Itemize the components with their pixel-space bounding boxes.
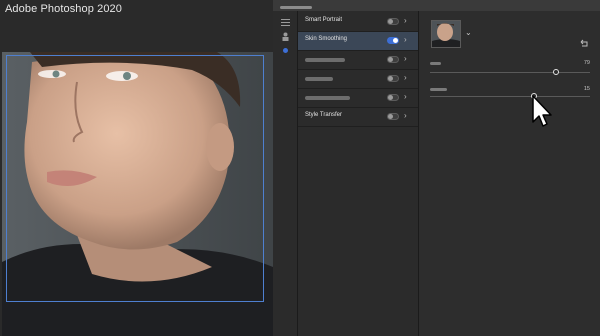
mouse-pointer-icon — [532, 95, 552, 127]
chevron-right-icon[interactable]: › — [404, 54, 407, 63]
preset-thumbnail[interactable] — [431, 20, 461, 48]
active-indicator-icon — [283, 48, 288, 53]
filter-row-placeholder[interactable]: › — [298, 51, 418, 70]
panel-drag-handle[interactable] — [280, 6, 312, 9]
slider-value: 79 — [583, 60, 590, 66]
filter-row-placeholder[interactable]: › — [298, 89, 418, 108]
filter-label: Style Transfer — [305, 112, 343, 118]
filter-label-placeholder — [305, 58, 345, 62]
filter-toggle[interactable] — [387, 94, 399, 101]
slider-label-placeholder — [430, 62, 441, 65]
reset-icon[interactable] — [580, 39, 589, 47]
filter-label: Skin Smoothing — [305, 36, 348, 42]
filter-row-smart-portrait[interactable]: Smart Portrait › — [298, 13, 418, 32]
selection-bounds[interactable] — [6, 55, 264, 302]
filter-toggle[interactable] — [387, 75, 399, 82]
chevron-down-icon[interactable]: ⌄ — [465, 28, 472, 37]
filter-label-placeholder — [305, 77, 333, 81]
slider-value: 15 — [583, 86, 590, 92]
filter-row-skin-smoothing[interactable]: Skin Smoothing › — [298, 32, 418, 51]
filter-label: Smart Portrait — [305, 17, 343, 23]
slider-track[interactable] — [430, 72, 590, 73]
chevron-right-icon[interactable]: › — [404, 92, 407, 101]
slider-label-placeholder — [430, 88, 447, 91]
canvas-area: Adobe Photoshop 2020 — [0, 0, 273, 336]
person-icon[interactable] — [281, 32, 290, 41]
neural-filters-list: Smart Portrait › Skin Smoothing › › › › … — [298, 11, 419, 336]
sliders-icon[interactable] — [281, 18, 290, 27]
app-title: Adobe Photoshop 2020 — [5, 3, 122, 15]
filter-row-style-transfer[interactable]: Style Transfer › — [298, 108, 418, 127]
thumbnail-image — [432, 21, 460, 47]
panel-header-strip — [273, 0, 600, 11]
chevron-right-icon[interactable]: › — [404, 16, 407, 25]
filter-toggle[interactable] — [387, 113, 399, 120]
filter-row-placeholder[interactable]: › — [298, 70, 418, 89]
filter-toggle[interactable] — [387, 18, 399, 25]
filter-toggle[interactable] — [387, 56, 399, 63]
chevron-right-icon[interactable]: › — [404, 111, 407, 120]
chevron-right-icon[interactable]: › — [404, 35, 407, 44]
chevron-right-icon[interactable]: › — [404, 73, 407, 82]
slider-track[interactable] — [430, 96, 590, 97]
panel-tool-column — [273, 11, 298, 336]
filter-label-placeholder — [305, 96, 350, 100]
filter-toggle[interactable] — [387, 37, 399, 44]
